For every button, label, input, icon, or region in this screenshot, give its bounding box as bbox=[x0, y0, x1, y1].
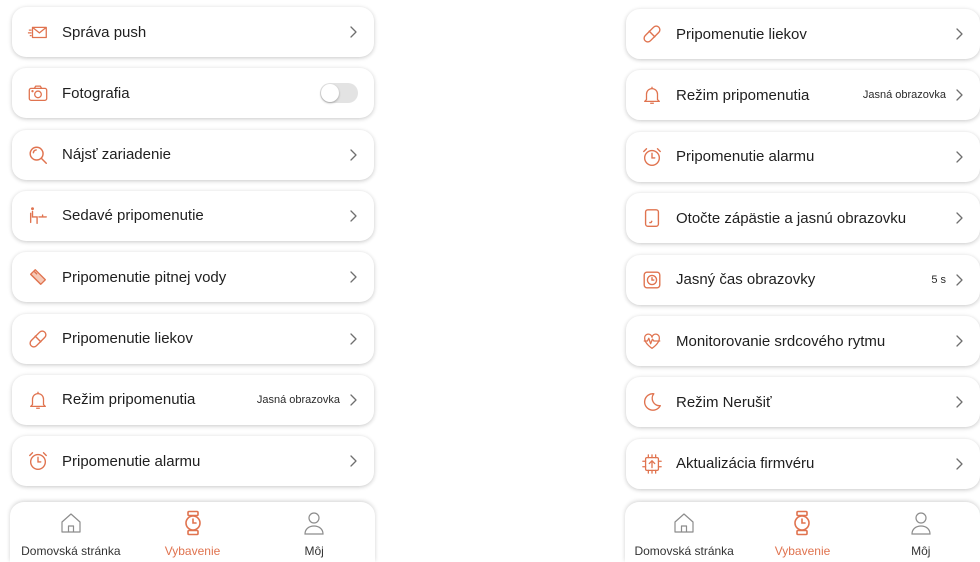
settings-row-label: Režim pripomenutia bbox=[676, 86, 810, 104]
wrist-screen-icon bbox=[640, 206, 664, 230]
chevron-right-icon bbox=[348, 25, 358, 39]
chevron-right-icon bbox=[954, 88, 964, 102]
alarm-clock-icon bbox=[26, 449, 50, 473]
settings-row-value: Jasná obrazovka bbox=[256, 393, 340, 406]
pill-icon bbox=[640, 22, 664, 46]
settings-row-label: Otočte zápästie a jasnú obrazovku bbox=[676, 209, 907, 227]
chevron-right-icon bbox=[348, 454, 358, 468]
tab-label: Môj bbox=[911, 544, 931, 558]
tab-label: Môj bbox=[304, 544, 324, 558]
settings-row-pill[interactable]: Pripomenutie liekov bbox=[12, 313, 374, 364]
tab-home[interactable]: Domovská stránka bbox=[10, 502, 132, 562]
settings-row-alarm-clock[interactable]: Pripomenutie alarmu bbox=[12, 436, 374, 487]
pill-icon bbox=[26, 327, 50, 351]
settings-row-label: Nájsť zariadenie bbox=[62, 146, 172, 164]
watch-icon bbox=[790, 510, 814, 541]
settings-row-label: Monitorovanie srdcového rytmu bbox=[676, 332, 886, 350]
chevron-right-icon bbox=[954, 334, 964, 348]
settings-row-label: Pripomenutie alarmu bbox=[62, 452, 201, 470]
settings-row-label: Pripomenutie alarmu bbox=[676, 148, 815, 166]
bell-icon bbox=[26, 388, 50, 412]
user-icon bbox=[909, 510, 933, 541]
screen-time-icon bbox=[640, 268, 664, 292]
settings-row-alarm-clock[interactable]: Pripomenutie alarmu bbox=[626, 131, 980, 182]
settings-row-label: Jasný čas obrazovky bbox=[676, 271, 816, 289]
water-cup-icon bbox=[26, 265, 50, 289]
bottom-tab-bar: Domovská stránka Vybavenie Môj bbox=[625, 502, 980, 562]
settings-row-label: Správa push bbox=[62, 23, 147, 41]
right-panel: Pripomenutie liekov Režim pripomenutia Jas… bbox=[615, 0, 980, 562]
camera-icon bbox=[26, 81, 50, 105]
heart-rate-icon bbox=[640, 329, 664, 353]
toggle-knob bbox=[321, 84, 339, 103]
chevron-right-icon bbox=[348, 332, 358, 346]
envelope-icon bbox=[26, 20, 50, 44]
settings-row-label: Pripomenutie liekov bbox=[62, 330, 193, 347]
bottom-tab-bar: Domovská stránka Vybavenie Môj bbox=[10, 502, 375, 562]
settings-row-screen-time[interactable]: Jasný čas obrazovky 5 s bbox=[626, 254, 980, 305]
settings-row-label: Pripomenutie liekov bbox=[676, 25, 807, 43]
moon-icon bbox=[640, 390, 664, 414]
tab-watch[interactable]: Vybavenie bbox=[132, 502, 254, 562]
settings-row-label: Aktualizácia firmvéru bbox=[676, 455, 815, 473]
settings-row-label: Režim Nerušiť bbox=[676, 393, 772, 411]
settings-row-firmware-update[interactable]: Aktualizácia firmvéru bbox=[626, 438, 980, 489]
settings-row-envelope[interactable]: Správa push bbox=[12, 7, 374, 57]
settings-row-heart-rate[interactable]: Monitorovanie srdcového rytmu bbox=[626, 316, 980, 366]
tab-home[interactable]: Domovská stránka bbox=[625, 502, 743, 562]
tab-user[interactable]: Môj bbox=[253, 502, 375, 562]
settings-row-sitting[interactable]: Sedavé pripomenutie bbox=[12, 190, 374, 241]
settings-row-search[interactable]: Nájsť zariadenie bbox=[12, 129, 374, 180]
tab-watch[interactable]: Vybavenie bbox=[743, 502, 861, 562]
chevron-right-icon bbox=[348, 209, 358, 223]
chevron-right-icon bbox=[954, 150, 964, 164]
chevron-right-icon bbox=[348, 393, 358, 407]
settings-row-camera[interactable]: Fotografia bbox=[12, 68, 374, 119]
settings-row-pill[interactable]: Pripomenutie liekov bbox=[626, 9, 980, 59]
sitting-icon bbox=[26, 204, 50, 228]
alarm-clock-icon bbox=[640, 145, 664, 169]
tab-label: Domovská stránka bbox=[634, 544, 734, 558]
watch-icon bbox=[181, 510, 205, 541]
settings-row-label: Sedavé pripomenutie bbox=[62, 207, 204, 225]
settings-row-label: Fotografia bbox=[62, 84, 130, 102]
settings-row-label: Pripomenutie pitnej vody bbox=[62, 268, 227, 286]
tab-label: Vybavenie bbox=[164, 544, 221, 558]
chevron-right-icon bbox=[954, 27, 964, 41]
settings-row-bell[interactable]: Režim pripomenutia Jasná obrazovka bbox=[12, 374, 374, 425]
settings-row-moon[interactable]: Režim Nerušiť bbox=[626, 377, 980, 428]
settings-row-label: Režim pripomenutia bbox=[62, 391, 196, 409]
settings-row-water-cup[interactable]: Pripomenutie pitnej vody bbox=[12, 252, 374, 303]
search-icon bbox=[26, 143, 50, 167]
tab-label: Domovská stránka bbox=[21, 544, 121, 558]
chevron-right-icon bbox=[954, 273, 964, 287]
home-icon bbox=[672, 510, 696, 541]
chevron-right-icon bbox=[954, 457, 964, 471]
settings-row-bell[interactable]: Režim pripomenutia Jasná obrazovka bbox=[626, 70, 980, 121]
user-icon bbox=[302, 510, 326, 541]
chevron-right-icon bbox=[348, 148, 358, 162]
chevron-right-icon bbox=[954, 395, 964, 409]
photo-toggle[interactable] bbox=[320, 83, 358, 104]
left-panel: Správa push Fotografia Nájsť zariadenie Sed… bbox=[0, 0, 385, 562]
chevron-right-icon bbox=[348, 270, 358, 284]
home-icon bbox=[59, 510, 83, 541]
firmware-update-icon bbox=[640, 452, 664, 476]
settings-row-value: 5 s bbox=[931, 273, 946, 286]
chevron-right-icon bbox=[954, 211, 964, 225]
settings-row-wrist-screen[interactable]: Otočte zápästie a jasnú obrazovku bbox=[626, 193, 980, 244]
bell-icon bbox=[640, 83, 664, 107]
tab-label: Vybavenie bbox=[774, 544, 831, 558]
tab-user[interactable]: Môj bbox=[862, 502, 980, 562]
settings-row-value: Jasná obrazovka bbox=[862, 89, 946, 102]
